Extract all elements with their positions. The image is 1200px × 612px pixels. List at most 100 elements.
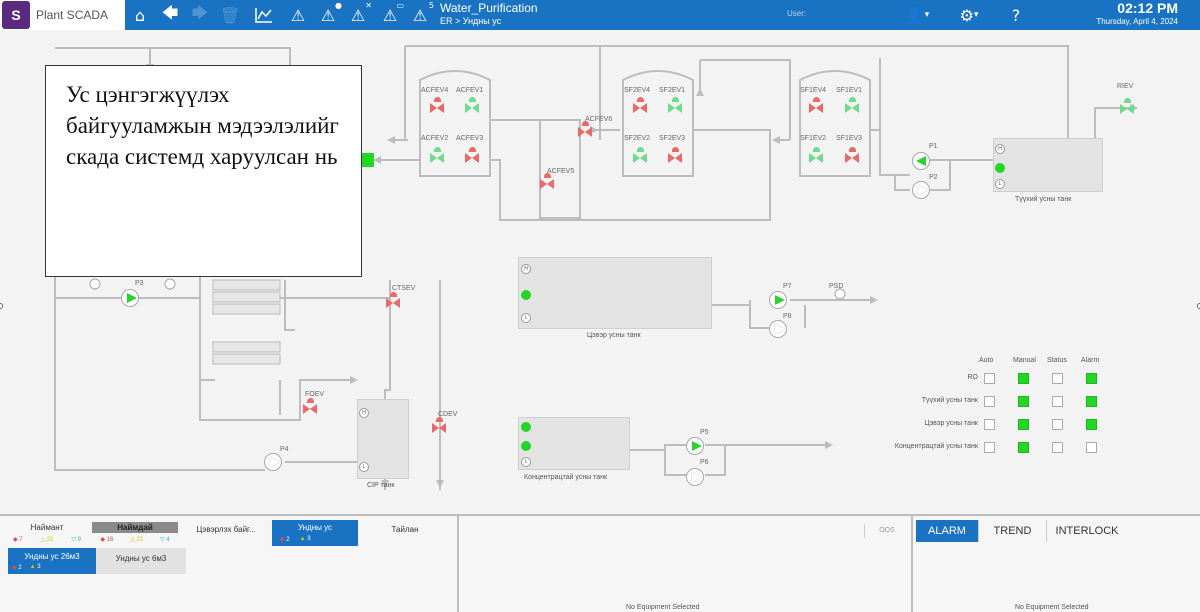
- trend-chart-icon[interactable]: [252, 3, 276, 27]
- matrix-row-ro: RO: [967, 374, 979, 381]
- valve-acfev1[interactable]: [465, 97, 481, 114]
- equipment-tab-report[interactable]: Тайлан: [362, 520, 448, 544]
- pump-label-p5: P5: [700, 429, 709, 436]
- tab-interlock[interactable]: INTERLOCK: [1047, 520, 1127, 542]
- annotation-callout: Ус цэнгэгжүүлэх байгууламжын мэдээлэлийг…: [45, 65, 362, 277]
- clock-date: Thursday, April 4, 2024: [1096, 17, 1178, 26]
- valve-label-acfev4: ACFEV4: [421, 87, 449, 94]
- oos-toggle[interactable]: OOS: [864, 524, 909, 538]
- equipment-tab-purification[interactable]: Цэвэрлэх байг...: [182, 520, 270, 544]
- raw-water-tank[interactable]: [993, 138, 1103, 192]
- gear-icon[interactable]: ⚙ ▾: [957, 3, 981, 27]
- clean-water-tank-label: Цэвэр усны танк: [587, 332, 641, 339]
- bottom-panel: Наймант ◆ 7 △ 21 ▽ 9 Наймдай ◆ 16 △ 21 ▽…: [0, 514, 1200, 612]
- forward-arrow-icon[interactable]: 🡆: [188, 3, 212, 27]
- valve-sf1ev4[interactable]: [809, 97, 825, 114]
- pump-p4[interactable]: [264, 453, 282, 471]
- valve-label-riev: RIEV: [1117, 83, 1134, 90]
- pump-label-p8: P8: [783, 313, 792, 320]
- breadcrumb: ER > Ундны ус: [440, 16, 502, 26]
- trash-icon[interactable]: 🗑: [218, 3, 242, 27]
- page-title: Water_Purification: [440, 1, 538, 15]
- equipment-tab-naimant[interactable]: Наймант ◆ 7 △ 21 ▽ 9: [4, 520, 90, 544]
- clean-water-tank[interactable]: [518, 257, 712, 329]
- matrix-cell-manual: [1018, 373, 1029, 384]
- alarm-silence-icon[interactable]: ⚠ ✕: [346, 1, 372, 27]
- matrix-row-clean-tank: Цэвэр усны танк: [924, 420, 978, 427]
- app-logo[interactable]: S Plant SCADA: [0, 0, 125, 30]
- tab-alarm[interactable]: ALARM: [916, 520, 979, 542]
- badge-cyan: ▽ 9: [71, 537, 82, 543]
- valve-label-sf2ev1: SF2EV1: [659, 87, 686, 94]
- matrix-cell-auto: [984, 373, 995, 384]
- clean-tank-low-level-indicator: L: [521, 313, 531, 323]
- badge-red-count: 2: [286, 537, 290, 543]
- back-arrow-icon[interactable]: 🡄: [158, 3, 182, 27]
- badge-red: ◆ 2: [280, 537, 290, 543]
- raw-tank-high-level-indicator: H: [995, 144, 1005, 154]
- help-icon[interactable]: ?: [1004, 3, 1028, 27]
- valve-acfev5[interactable]: [540, 173, 556, 190]
- pump-p6[interactable]: [686, 468, 704, 486]
- subtab-label: Ундны ус 26м3: [24, 552, 80, 561]
- clean-tank-high-level-indicator: H: [521, 264, 531, 274]
- matrix-cell-auto: [984, 442, 995, 453]
- valve-sf1ev1[interactable]: [845, 97, 861, 114]
- badge-red-count: 2: [18, 565, 22, 571]
- clean-tank-mid-level-indicator: [521, 290, 531, 300]
- concentrate-tank[interactable]: [518, 417, 630, 470]
- alarm-badges: ◆ 7 △ 21 ▽ 9: [4, 536, 90, 543]
- alarm-display-icon[interactable]: ⚠ ▭: [378, 1, 404, 27]
- valve-sf2ev1[interactable]: [668, 97, 684, 114]
- pump-p5[interactable]: [686, 437, 704, 455]
- equipment-tab-naimdai[interactable]: Наймдай ◆ 16 △ 21 ▽ 4: [92, 520, 178, 544]
- valve-label-acfev3: ACFEV3: [456, 135, 484, 142]
- subtab-drinking-water-6m3[interactable]: Ундны ус 6м3: [96, 548, 186, 574]
- pump-p3[interactable]: [121, 289, 139, 307]
- badge-red: ◆ 2: [12, 565, 22, 571]
- valve-sf1ev2[interactable]: [809, 147, 825, 164]
- badge-yellow: ▲ 3: [299, 536, 311, 542]
- user-icon[interactable]: 👤 ▾: [905, 3, 929, 27]
- alarm-count-badge: 5: [428, 1, 434, 10]
- valve-acfev3[interactable]: [465, 147, 481, 164]
- alarm-icon[interactable]: ⚠: [286, 3, 310, 27]
- tab-trend[interactable]: TREND: [979, 520, 1047, 542]
- cip-tank-low-level-indicator: L: [359, 462, 369, 472]
- panel-divider: [457, 516, 459, 612]
- badge-red: ◆ 16: [100, 537, 114, 543]
- valve-sf2ev2[interactable]: [633, 147, 649, 164]
- home-icon[interactable]: ⌂: [128, 3, 152, 27]
- subtab-drinking-water-26m3[interactable]: Ундны ус 26м3 ◆ 2 ▲ 3: [8, 548, 96, 574]
- valve-sf2ev3[interactable]: [668, 147, 684, 164]
- valve-acfev2[interactable]: [430, 147, 446, 164]
- pump-label-p1: P1: [929, 143, 938, 150]
- pump-p1[interactable]: [912, 152, 930, 170]
- valve-sf2ev4[interactable]: [633, 97, 649, 114]
- tab-label: Ундны ус: [297, 523, 333, 532]
- alarm-acknowledge-icon[interactable]: ⚠ ●: [316, 1, 342, 27]
- valve-riev[interactable]: [1120, 98, 1136, 115]
- valve-foev[interactable]: [303, 398, 319, 415]
- badge-yellow: △ 21: [40, 537, 54, 543]
- matrix-cell-alarm: [1086, 396, 1097, 407]
- equipment-tab-drinking-water[interactable]: Ундны ус ◆ 2 ▲ 3: [272, 520, 358, 546]
- pump-p8[interactable]: [769, 320, 787, 338]
- matrix-cell-status: [1052, 442, 1063, 453]
- pump-label-p2: P2: [929, 174, 938, 181]
- valve-ctsev[interactable]: [386, 292, 402, 309]
- tab-label: Наймант: [30, 523, 64, 532]
- valve-acfev6[interactable]: [578, 121, 594, 138]
- valve-label-sf2ev3: SF2EV3: [659, 135, 686, 142]
- user-label: User:: [787, 9, 807, 18]
- alarm-count-icon[interactable]: ⚠ 5: [408, 1, 434, 27]
- badge-red-count: 7: [19, 537, 23, 543]
- valve-sf1ev3[interactable]: [845, 147, 861, 164]
- valve-cdev[interactable]: [432, 417, 448, 434]
- raw-tank-mid-level-indicator: [995, 163, 1005, 173]
- concentrate-tank-mid-level-indicator: [521, 441, 531, 451]
- pump-p2[interactable]: [912, 181, 930, 199]
- pump-p7[interactable]: [769, 291, 787, 309]
- valve-label-acfev1: ACFEV1: [456, 87, 484, 94]
- valve-acfev4[interactable]: [430, 97, 446, 114]
